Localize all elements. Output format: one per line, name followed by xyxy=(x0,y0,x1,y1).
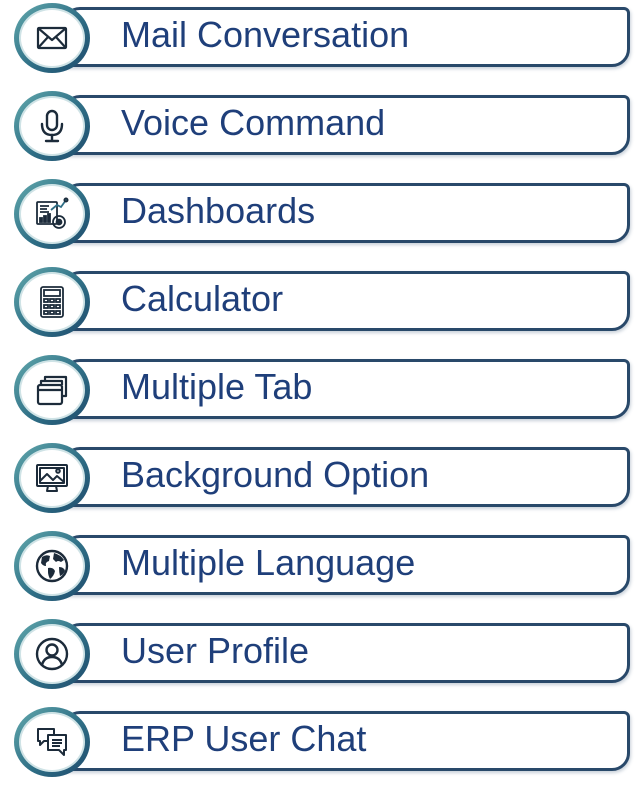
user-profile-icon xyxy=(19,624,85,684)
microphone-icon xyxy=(19,96,85,156)
icon-badge xyxy=(14,267,90,337)
feature-label: Background Option xyxy=(121,454,430,495)
feature-label: Voice Command xyxy=(121,102,386,143)
globe-icon xyxy=(19,536,85,596)
feature-item-erp-user-chat: ERP User Chat xyxy=(0,704,638,782)
chat-icon xyxy=(19,712,85,772)
monitor-image-icon xyxy=(19,448,85,508)
envelope-icon xyxy=(19,8,85,68)
feature-item-dashboards: Dashboards xyxy=(0,176,638,254)
feature-label: User Profile xyxy=(121,630,310,671)
icon-badge xyxy=(14,179,90,249)
feature-item-user-profile: User Profile xyxy=(0,616,638,694)
feature-label: Calculator xyxy=(121,278,284,319)
feature-list: Mail Conversation Voice Command Dashboar… xyxy=(0,0,638,785)
calculator-icon xyxy=(19,272,85,332)
icon-badge xyxy=(14,619,90,689)
dashboard-icon xyxy=(19,184,85,244)
icon-badge xyxy=(14,91,90,161)
icon-badge xyxy=(14,3,90,73)
icon-badge xyxy=(14,531,90,601)
feature-label: Mail Conversation xyxy=(121,14,410,55)
tabs-icon xyxy=(19,360,85,420)
feature-item-background-option: Background Option xyxy=(0,440,638,518)
feature-label: Dashboards xyxy=(121,190,316,231)
feature-label: Multiple Language xyxy=(121,542,416,583)
icon-badge xyxy=(14,443,90,513)
feature-item-multiple-language: Multiple Language xyxy=(0,528,638,606)
feature-label: Multiple Tab xyxy=(121,366,313,407)
icon-badge xyxy=(14,355,90,425)
feature-item-mail-conversation: Mail Conversation xyxy=(0,0,638,78)
icon-badge xyxy=(14,707,90,777)
feature-label: ERP User Chat xyxy=(121,718,367,759)
feature-item-multiple-tab: Multiple Tab xyxy=(0,352,638,430)
feature-item-voice-command: Voice Command xyxy=(0,88,638,166)
feature-item-calculator: Calculator xyxy=(0,264,638,342)
